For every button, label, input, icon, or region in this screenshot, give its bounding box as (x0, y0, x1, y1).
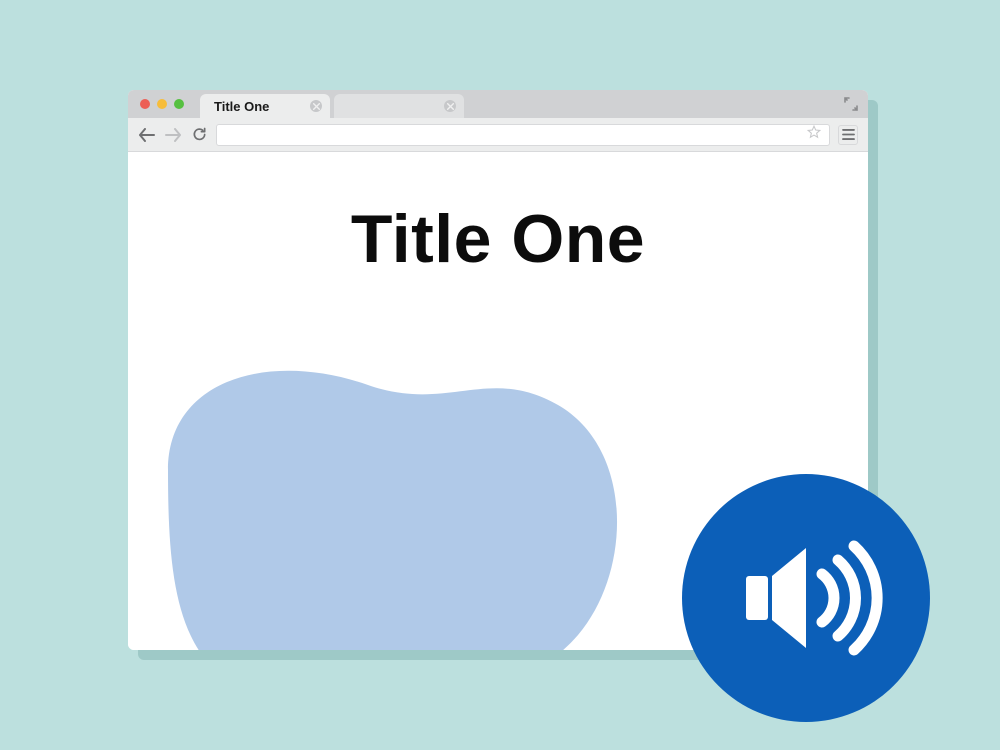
window-controls (140, 99, 184, 109)
tab-inactive[interactable] (334, 94, 464, 118)
toolbar (128, 118, 868, 152)
bookmark-star-icon[interactable] (807, 125, 821, 144)
maximize-window-button[interactable] (174, 99, 184, 109)
hamburger-menu-button[interactable] (838, 125, 858, 145)
tab-label: Title One (214, 99, 269, 114)
address-bar[interactable] (216, 124, 830, 146)
minimize-window-button[interactable] (157, 99, 167, 109)
close-tab-button[interactable] (310, 100, 322, 112)
title-bar: Title One (128, 90, 868, 118)
tab-active[interactable]: Title One (200, 94, 330, 118)
back-button[interactable] (138, 126, 156, 144)
forward-button[interactable] (164, 126, 182, 144)
decorative-blob (128, 290, 648, 650)
close-window-button[interactable] (140, 99, 150, 109)
speaker-icon (726, 518, 886, 678)
reload-button[interactable] (190, 126, 208, 144)
expand-icon[interactable] (844, 97, 858, 111)
tab-strip: Title One (200, 90, 468, 118)
audio-button[interactable] (682, 474, 930, 722)
close-tab-button[interactable] (444, 100, 456, 112)
page-title: Title One (128, 200, 868, 278)
